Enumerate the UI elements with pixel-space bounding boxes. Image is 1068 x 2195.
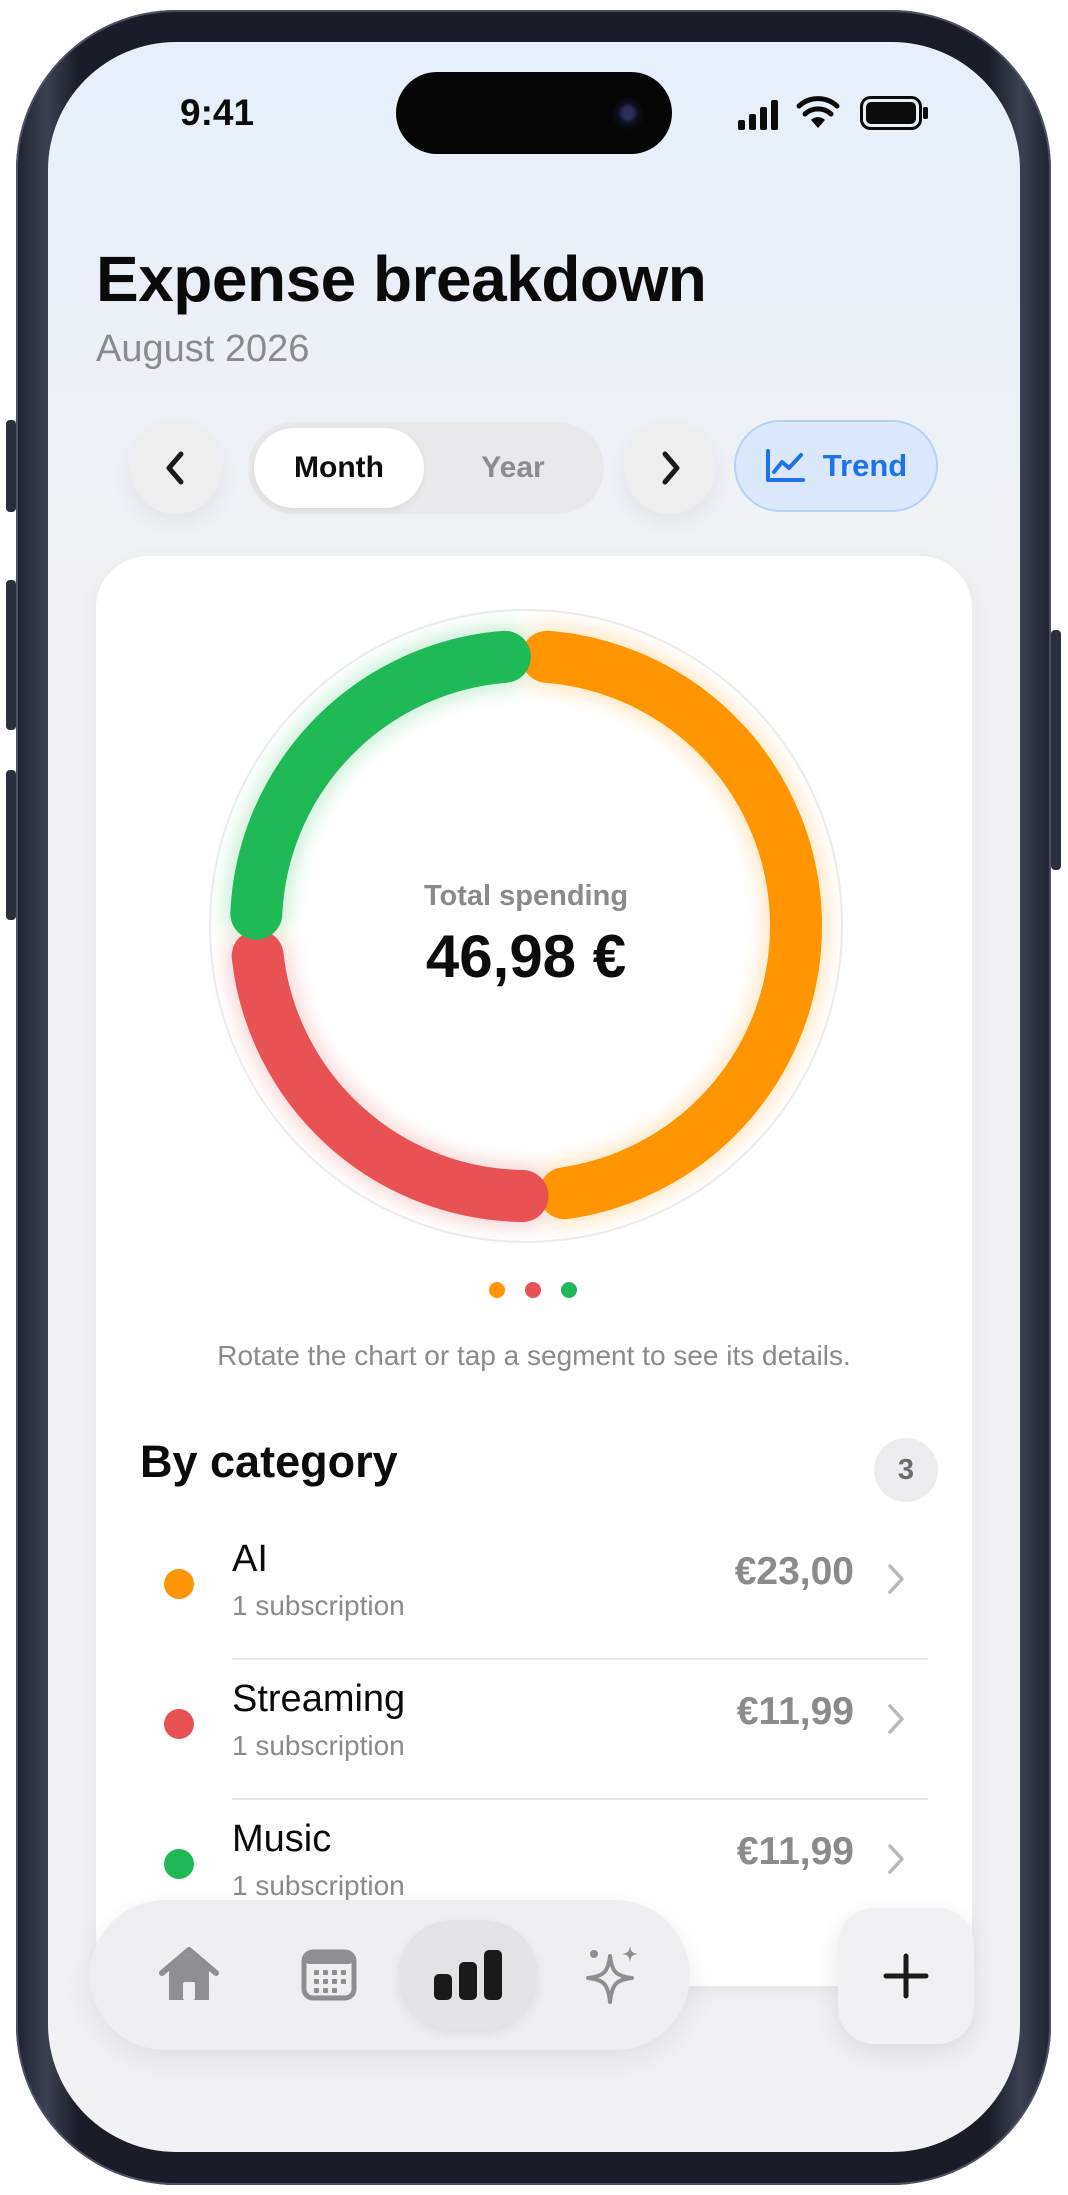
category-subtitle: 1 subscription [232,1730,405,1761]
status-bar: 9:41 [48,42,1020,172]
tab-bar [90,1900,690,2050]
period-segmented-control[interactable]: Month Year [248,422,604,514]
total-spending-label: Total spending [423,880,629,912]
category-name: Music [232,1818,332,1860]
camera-icon [610,95,646,131]
segment-year[interactable]: Year [428,428,598,508]
page-subtitle: August 2026 [96,328,310,370]
trend-label: Trend [822,448,908,483]
page-indicator [489,1282,577,1298]
segment-month[interactable]: Month [254,428,424,508]
status-time: 9:41 [180,92,255,133]
chevron-right-icon [888,1564,904,1594]
category-row-ai[interactable]: AI 1 subscription €23,00 [96,1520,972,1660]
dynamic-island [396,72,672,154]
bar-chart-icon [434,1950,502,2000]
category-row-music[interactable]: Music 1 subscription €11,99 [96,1800,972,1910]
category-name: AI [232,1538,268,1580]
category-count-badge: 3 [874,1438,938,1502]
signal-icon [738,100,778,130]
tab-insights[interactable] [398,1920,538,2030]
page-title: Expense breakdown [96,243,707,315]
chevron-right-icon [888,1704,904,1734]
page-dot-music [561,1282,577,1298]
tab-home[interactable] [134,1920,244,2030]
previous-period-button[interactable] [130,422,222,514]
add-subscription-button[interactable] [838,1908,974,2044]
category-name: Streaming [232,1678,406,1720]
category-amount: €11,99 [736,1830,854,1873]
breakdown-card: Total spending 46,98 € Rotate the chart … [96,556,972,1986]
plus-icon [883,1953,929,1999]
page-dot-streaming [525,1282,541,1298]
calendar-icon [301,1949,357,2001]
action-button [6,420,16,512]
page-dot-ai [489,1282,505,1298]
tab-ai[interactable] [558,1920,668,2030]
category-subtitle: 1 subscription [232,1590,405,1621]
chevron-right-icon [662,451,680,485]
total-spending-value: 46,98 € [425,923,627,990]
donut-chart[interactable]: Total spending 46,98 € [206,606,846,1246]
category-color-dot [164,1849,194,1879]
screen: 9:41 Expense breakdown August 2026 Month… [48,42,1020,2152]
chevron-right-icon [888,1844,904,1874]
chart-hint: Rotate the chart or tap a segment to see… [217,1340,851,1371]
home-icon [159,1947,219,2000]
volume-down-button [6,770,16,920]
power-button [1051,630,1061,870]
category-row-streaming[interactable]: Streaming 1 subscription €11,99 [96,1660,972,1800]
category-color-dot [164,1569,194,1599]
chevron-left-icon [166,451,184,485]
battery-icon [860,96,928,130]
tab-calendar[interactable] [274,1920,384,2030]
sparkles-icon [586,1946,638,2004]
category-subtitle: 1 subscription [232,1870,405,1901]
trend-button[interactable]: Trend [734,420,938,512]
category-amount: €23,00 [734,1550,854,1593]
category-color-dot [164,1709,194,1739]
line-chart-icon [765,449,805,482]
wifi-icon [796,96,840,128]
volume-up-button [6,580,16,730]
section-title: By category [140,1436,398,1487]
next-period-button[interactable] [624,422,716,514]
category-amount: €11,99 [736,1690,854,1733]
